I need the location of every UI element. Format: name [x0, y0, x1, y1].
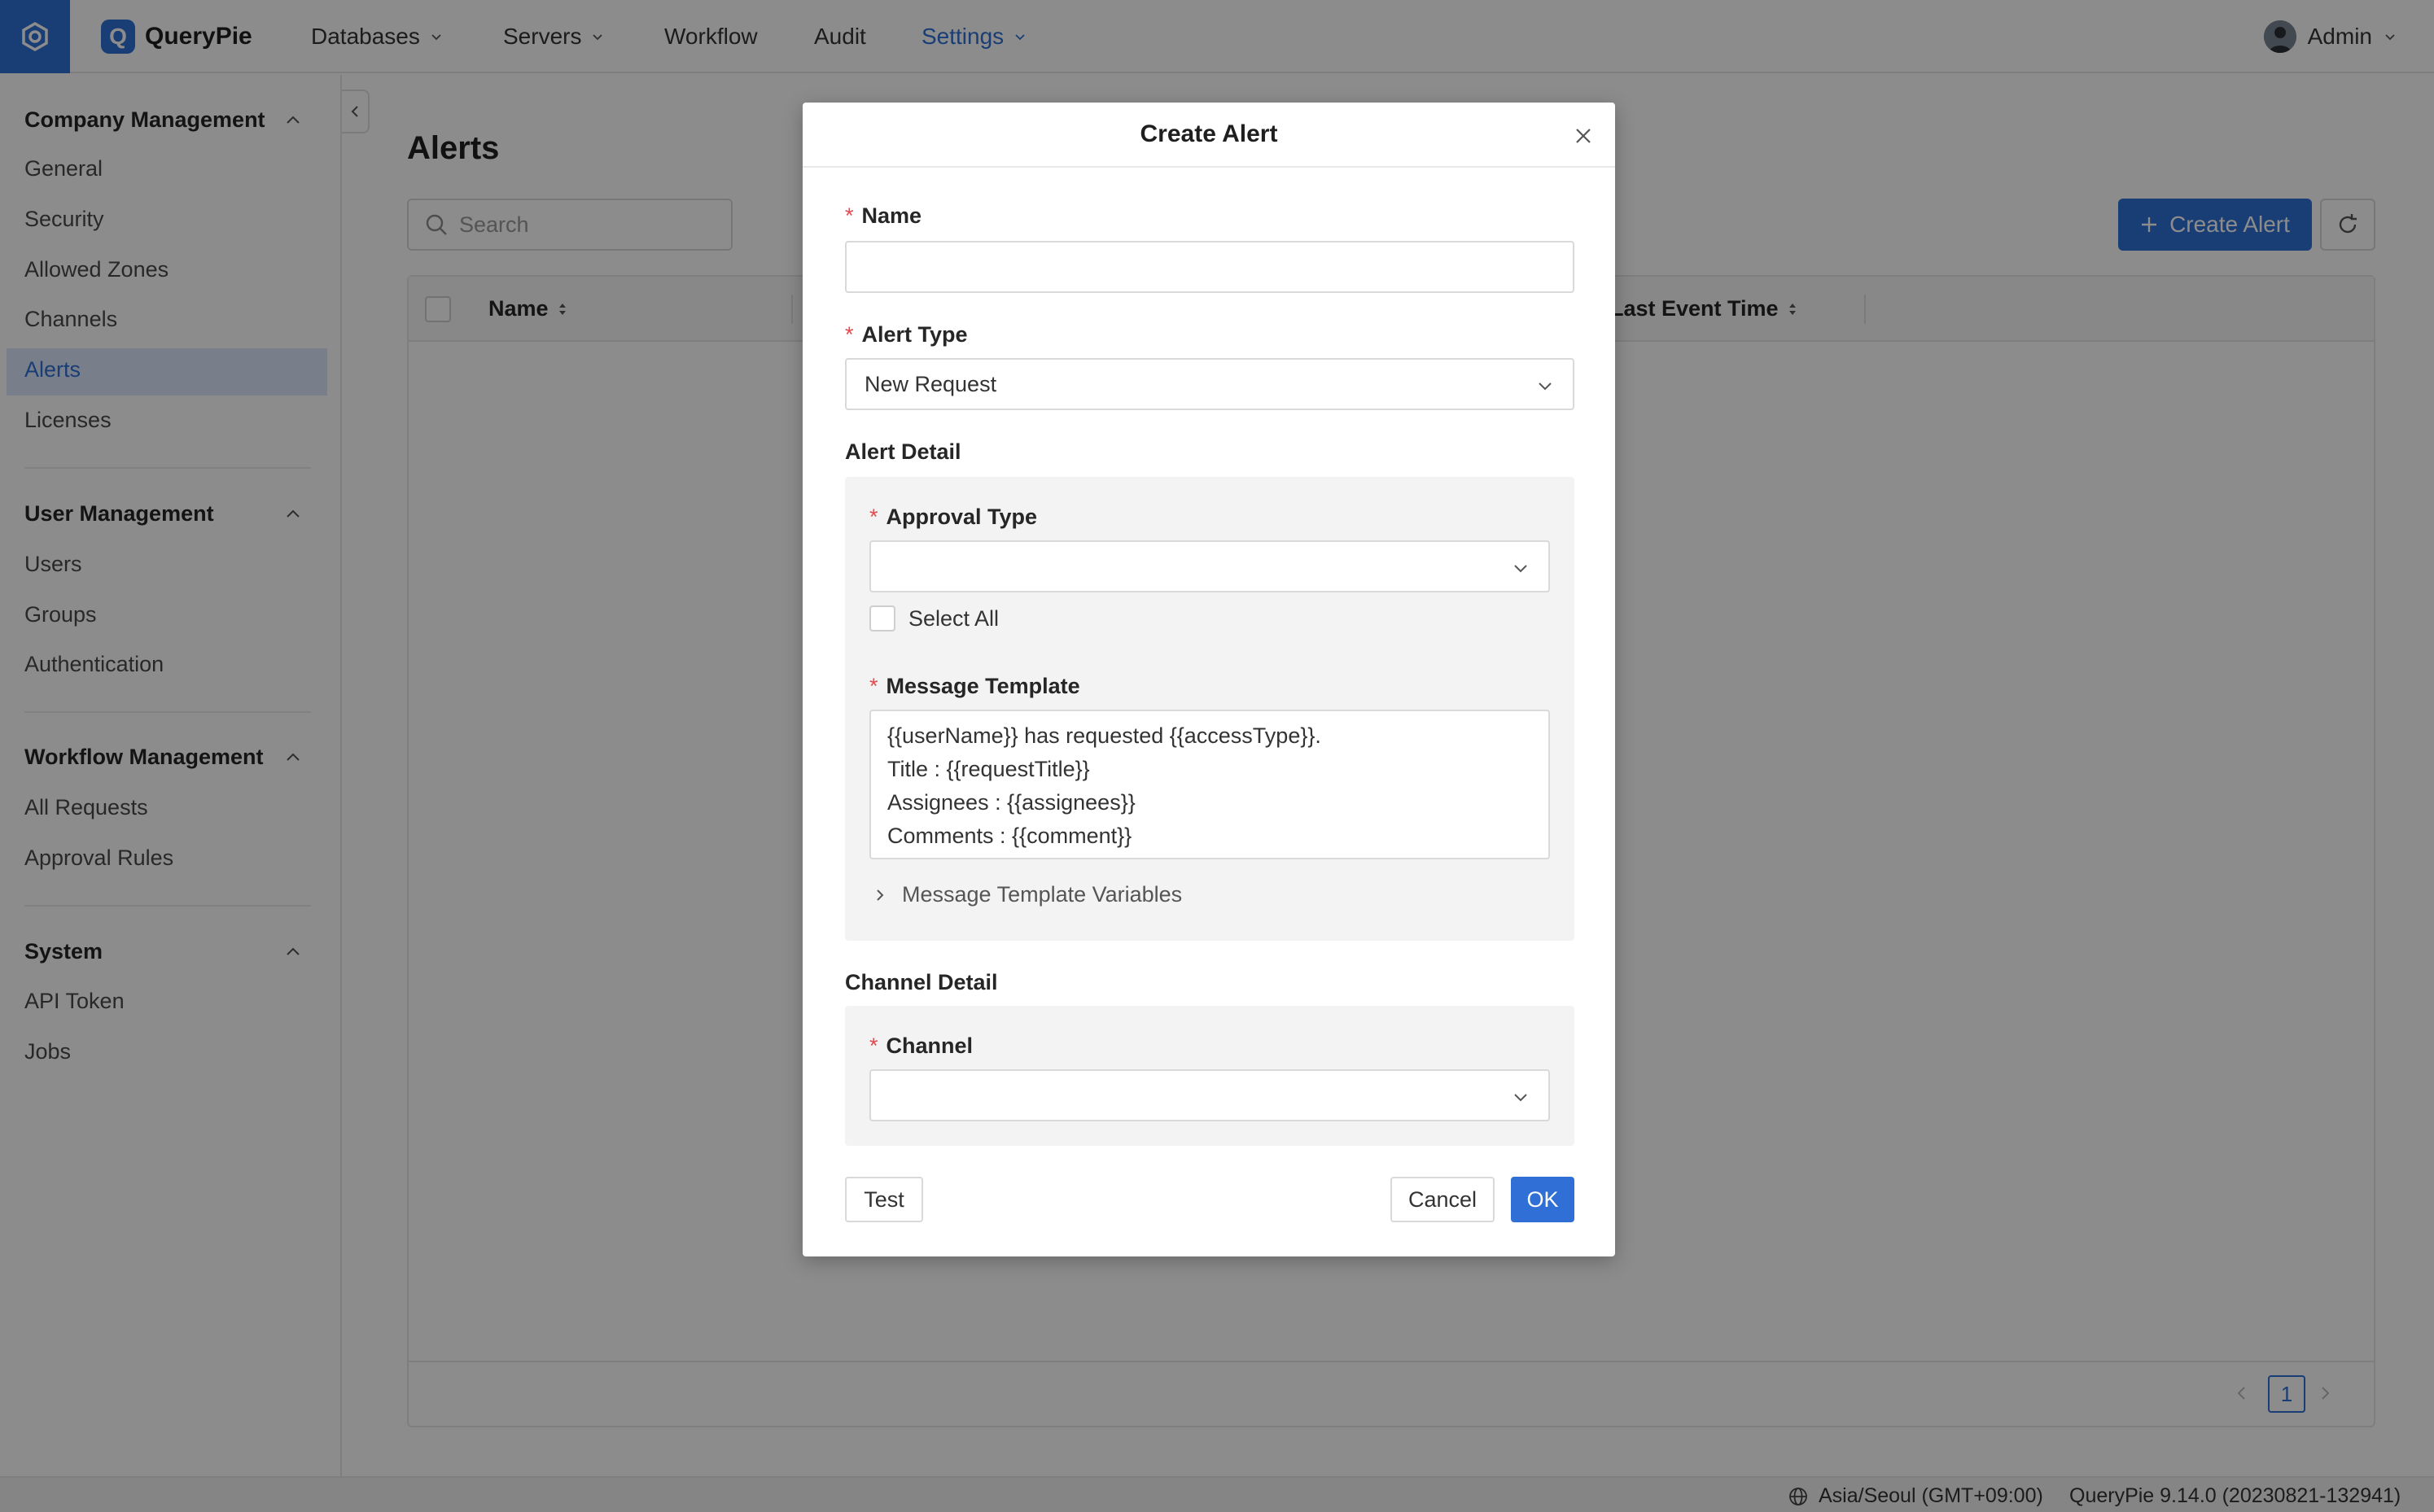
- dialog-header: Create Alert: [803, 103, 1615, 168]
- name-label: * Name: [845, 203, 922, 228]
- select-all-checkbox[interactable]: [869, 605, 895, 631]
- chevron-down-icon: [1514, 1094, 1527, 1102]
- template-variables-label: Message Template Variables: [902, 882, 1183, 907]
- template-line: {{userName}} has requested {{accessType}…: [887, 723, 1321, 748]
- select-all-checkbox-row[interactable]: Select All: [869, 605, 999, 631]
- channel-detail-title: Channel Detail: [845, 970, 998, 994]
- alert-detail-panel: * Approval Type Select All * Message Templ…: [845, 477, 1574, 941]
- message-template-label: * Message Template: [869, 674, 1080, 698]
- alert-type-label: * Alert Type: [845, 322, 968, 347]
- approval-type-label: * Approval Type: [869, 505, 1038, 529]
- test-button[interactable]: Test: [845, 1177, 923, 1222]
- template-line: Title : {{requestTitle}}: [887, 757, 1090, 781]
- alert-type-value: New Request: [865, 371, 997, 396]
- message-template-textarea[interactable]: {{userName}} has requested {{accessType}…: [869, 710, 1550, 859]
- template-line: Comments : {{comment}}: [887, 824, 1132, 848]
- alert-type-select[interactable]: New Request: [845, 358, 1574, 410]
- ok-button[interactable]: OK: [1511, 1177, 1574, 1222]
- cancel-button[interactable]: Cancel: [1390, 1177, 1495, 1222]
- message-template-variables-toggle[interactable]: Message Template Variables: [873, 882, 1182, 907]
- name-field[interactable]: [845, 241, 1574, 293]
- channel-label: * Channel: [869, 1033, 974, 1058]
- select-all-label: Select All: [908, 605, 1000, 631]
- alert-detail-title: Alert Detail: [845, 439, 961, 464]
- chevron-down-icon: [1539, 382, 1552, 391]
- template-line: Assignees : {{assignees}}: [887, 790, 1136, 815]
- channel-select[interactable]: [869, 1069, 1550, 1121]
- chevron-down-icon: [1514, 565, 1527, 573]
- channel-detail-panel: * Channel: [845, 1006, 1574, 1146]
- dialog-title: Create Alert: [1140, 120, 1278, 147]
- create-alert-dialog: Create Alert * Name * Alert Type New Reque…: [803, 103, 1615, 1256]
- chevron-right-icon: [877, 889, 884, 901]
- name-input[interactable]: [865, 243, 1573, 291]
- approval-type-select[interactable]: [869, 540, 1550, 592]
- close-icon[interactable]: [1573, 125, 1594, 146]
